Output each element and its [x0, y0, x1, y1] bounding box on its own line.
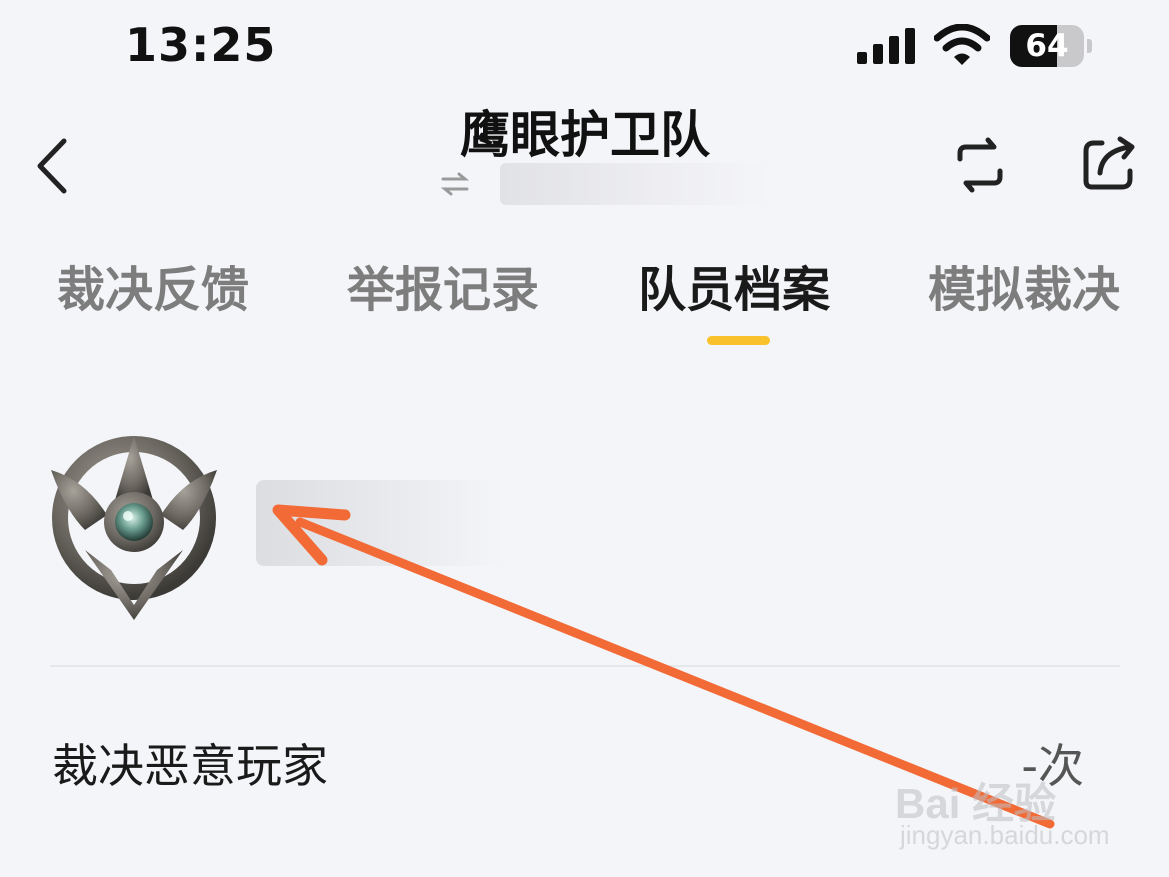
page-title: 鹰眼护卫队 [460, 106, 710, 164]
watermark-url: jingyan.baidu.com [900, 820, 1110, 850]
guardian-badge-avatar[interactable] [45, 430, 223, 625]
share-button[interactable] [1080, 135, 1138, 193]
back-button[interactable] [30, 135, 74, 197]
wifi-icon [934, 24, 990, 65]
swap-small-icon [440, 172, 470, 196]
battery-level: 64 [1025, 28, 1069, 64]
active-tab-indicator [707, 336, 770, 345]
redacted-id [500, 163, 770, 205]
cellular-signal-icon [857, 28, 915, 64]
navigation-bar: 鹰眼护卫队 [0, 95, 1169, 225]
tab-mock-verdict[interactable]: 模拟裁决 [928, 250, 1120, 320]
battery-indicator: 64 [1010, 25, 1092, 67]
divider [50, 665, 1120, 667]
status-time: 13:25 [125, 18, 277, 72]
tab-report-records[interactable]: 举报记录 [347, 250, 539, 320]
tab-member-profile[interactable]: 队员档案 [638, 250, 830, 320]
subtitle-redacted [440, 163, 770, 205]
tab-bar: 裁决反馈 举报记录 队员档案 模拟裁决 [0, 250, 1169, 350]
tab-verdict-feedback[interactable]: 裁决反馈 [57, 250, 249, 320]
profile-header [0, 425, 1169, 635]
status-bar: 13:25 64 [0, 0, 1169, 95]
redacted-player-name [256, 480, 506, 566]
baidu-watermark: Bai 经验 jingyan.baidu.com [895, 760, 1115, 860]
switch-account-button[interactable] [950, 135, 1010, 195]
stat-label: 裁决恶意玩家 [52, 739, 328, 793]
